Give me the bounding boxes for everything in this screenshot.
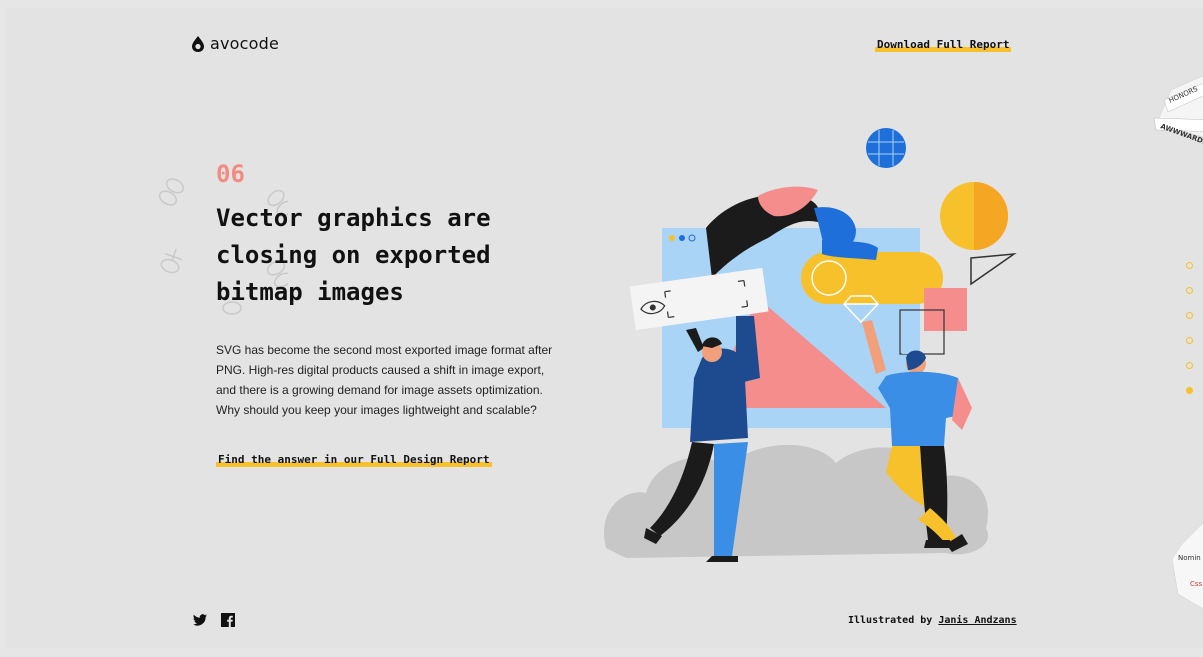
body-line: SVG has become the second most exported … — [216, 343, 553, 357]
twitter-icon[interactable] — [192, 612, 208, 628]
headline-line: Vector graphics are — [216, 204, 491, 232]
credit-prefix: Illustrated by — [848, 615, 933, 626]
body-line: and there is a growing demand for image … — [216, 383, 543, 397]
nav-dot[interactable] — [1186, 362, 1193, 369]
awwwards-honors-badge[interactable]: HONORS AWWWARDS — [1146, 70, 1203, 150]
badge-css-text: Css — [1190, 580, 1203, 588]
avocado-logo-icon — [192, 35, 204, 52]
headline-line: closing on exported — [216, 241, 491, 269]
avocode-logo[interactable]: avocode — [192, 34, 279, 53]
nav-dot-active[interactable] — [1186, 387, 1193, 394]
section-body: SVG has become the second most exported … — [216, 340, 576, 420]
page-frame: avocode Download Full Report 06 Vector g… — [6, 8, 1203, 648]
nav-dot[interactable] — [1186, 287, 1193, 294]
triangle-outline-shape — [970, 252, 1017, 286]
illustrator-link[interactable]: Janis Andzans — [938, 615, 1016, 626]
social-links — [192, 612, 236, 628]
illustration-credit: Illustrated by Janis Andzans — [848, 615, 1017, 626]
full-design-report-link[interactable]: Find the answer in our Full Design Repor… — [216, 453, 492, 467]
hero-illustration — [604, 128, 1017, 562]
section-headline: Vector graphics are closing on exported … — [216, 200, 576, 311]
nav-dot[interactable] — [1186, 312, 1193, 319]
headline-line: bitmap images — [216, 278, 404, 306]
body-line: PNG. High-res digital products caused a … — [216, 363, 545, 377]
body-line: Why should you keep your images lightwei… — [216, 403, 537, 417]
logo-text: avocode — [210, 34, 280, 53]
section-nav-dots — [1186, 262, 1200, 412]
globe-icon — [866, 128, 906, 168]
cssda-nominee-badge[interactable]: Nomin Css — [1172, 514, 1203, 614]
nav-dot[interactable] — [1186, 262, 1193, 269]
section-number: 06 — [216, 160, 245, 188]
nav-dot[interactable] — [1186, 337, 1193, 344]
facebook-icon[interactable] — [220, 612, 236, 628]
download-full-report-link[interactable]: Download Full Report — [875, 38, 1012, 52]
badge-nominee-text: Nomin — [1178, 554, 1201, 562]
